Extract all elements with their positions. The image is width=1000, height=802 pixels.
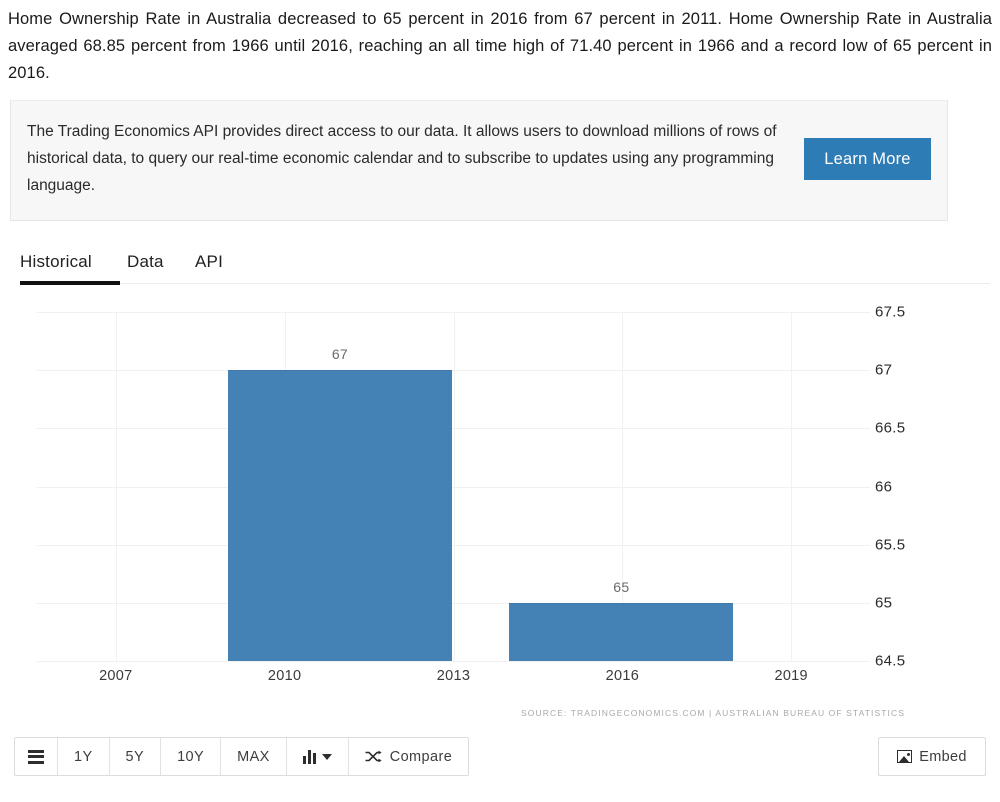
y-axis-tick-label: 66 (875, 478, 893, 495)
chart-bar[interactable] (509, 602, 734, 661)
x-axis-tick-label: 2013 (436, 668, 471, 684)
compare-label: Compare (389, 748, 453, 765)
range-10y-button[interactable]: 10Y (161, 738, 222, 775)
y-axis-tick-label: 66.5 (875, 419, 906, 437)
chart-bar[interactable] (227, 370, 452, 661)
embed-label: Embed (919, 748, 967, 765)
active-tab-indicator (20, 281, 120, 285)
compare-button[interactable]: Compare (348, 738, 469, 775)
chart-source-note: SOURCE: TRADINGECONOMICS.COM | AUSTRALIA… (521, 708, 905, 718)
x-axis-tick-label: 2010 (267, 668, 302, 684)
embed-button[interactable]: Embed (878, 737, 986, 776)
api-promo-panel: The Trading Economics API provides direc… (10, 100, 948, 221)
y-gridline (37, 661, 870, 662)
range-1y-button[interactable]: 1Y (58, 738, 110, 775)
x-axis-tick-label: 2016 (605, 668, 640, 684)
chart-toolbar: 1Y 5Y 10Y MAX Compare (14, 737, 470, 776)
chevron-down-icon (321, 753, 332, 760)
x-axis-tick-label: 2019 (774, 668, 808, 684)
range-5y-button[interactable]: 5Y (109, 738, 162, 775)
y-axis-tick-label: 67 (875, 361, 893, 379)
bar-value-label: 67 (331, 346, 349, 363)
range-max-button[interactable]: MAX (221, 738, 287, 775)
learn-more-button[interactable]: Learn More (804, 138, 931, 180)
page-root: Home Ownership Rate in Australia decreas… (0, 0, 1000, 802)
bar-value-label: 65 (613, 578, 630, 595)
list-menu-icon[interactable] (15, 738, 58, 775)
bar-chart-icon (302, 749, 316, 764)
x-gridline (115, 312, 117, 661)
image-icon (897, 750, 913, 763)
chart-panel: 67 65 (10, 298, 990, 730)
y-axis-tick-label: 64.5 (875, 652, 906, 670)
tab-api[interactable]: API (195, 248, 223, 282)
x-gridline (791, 312, 793, 661)
summary-paragraph: Home Ownership Rate in Australia decreas… (8, 10, 992, 82)
api-promo-text: The Trading Economics API provides direc… (27, 123, 777, 194)
tab-bar-rule (120, 283, 990, 284)
y-axis-tick-label: 65 (875, 594, 893, 612)
x-gridline (453, 312, 455, 661)
shuffle-icon (365, 750, 382, 763)
y-axis-tick-label: 65.5 (875, 536, 906, 554)
x-axis-tick-label: 2007 (99, 668, 133, 684)
tab-data[interactable]: Data (127, 248, 164, 282)
tab-bar: Historical Data API (10, 248, 990, 293)
list-menu-glyph (28, 749, 44, 764)
chart-type-dropdown[interactable] (286, 738, 349, 775)
y-axis-tick-label: 67.5 (875, 303, 906, 321)
chart-plot-area[interactable]: 67 65 (37, 312, 870, 662)
tab-historical[interactable]: Historical (20, 248, 92, 282)
